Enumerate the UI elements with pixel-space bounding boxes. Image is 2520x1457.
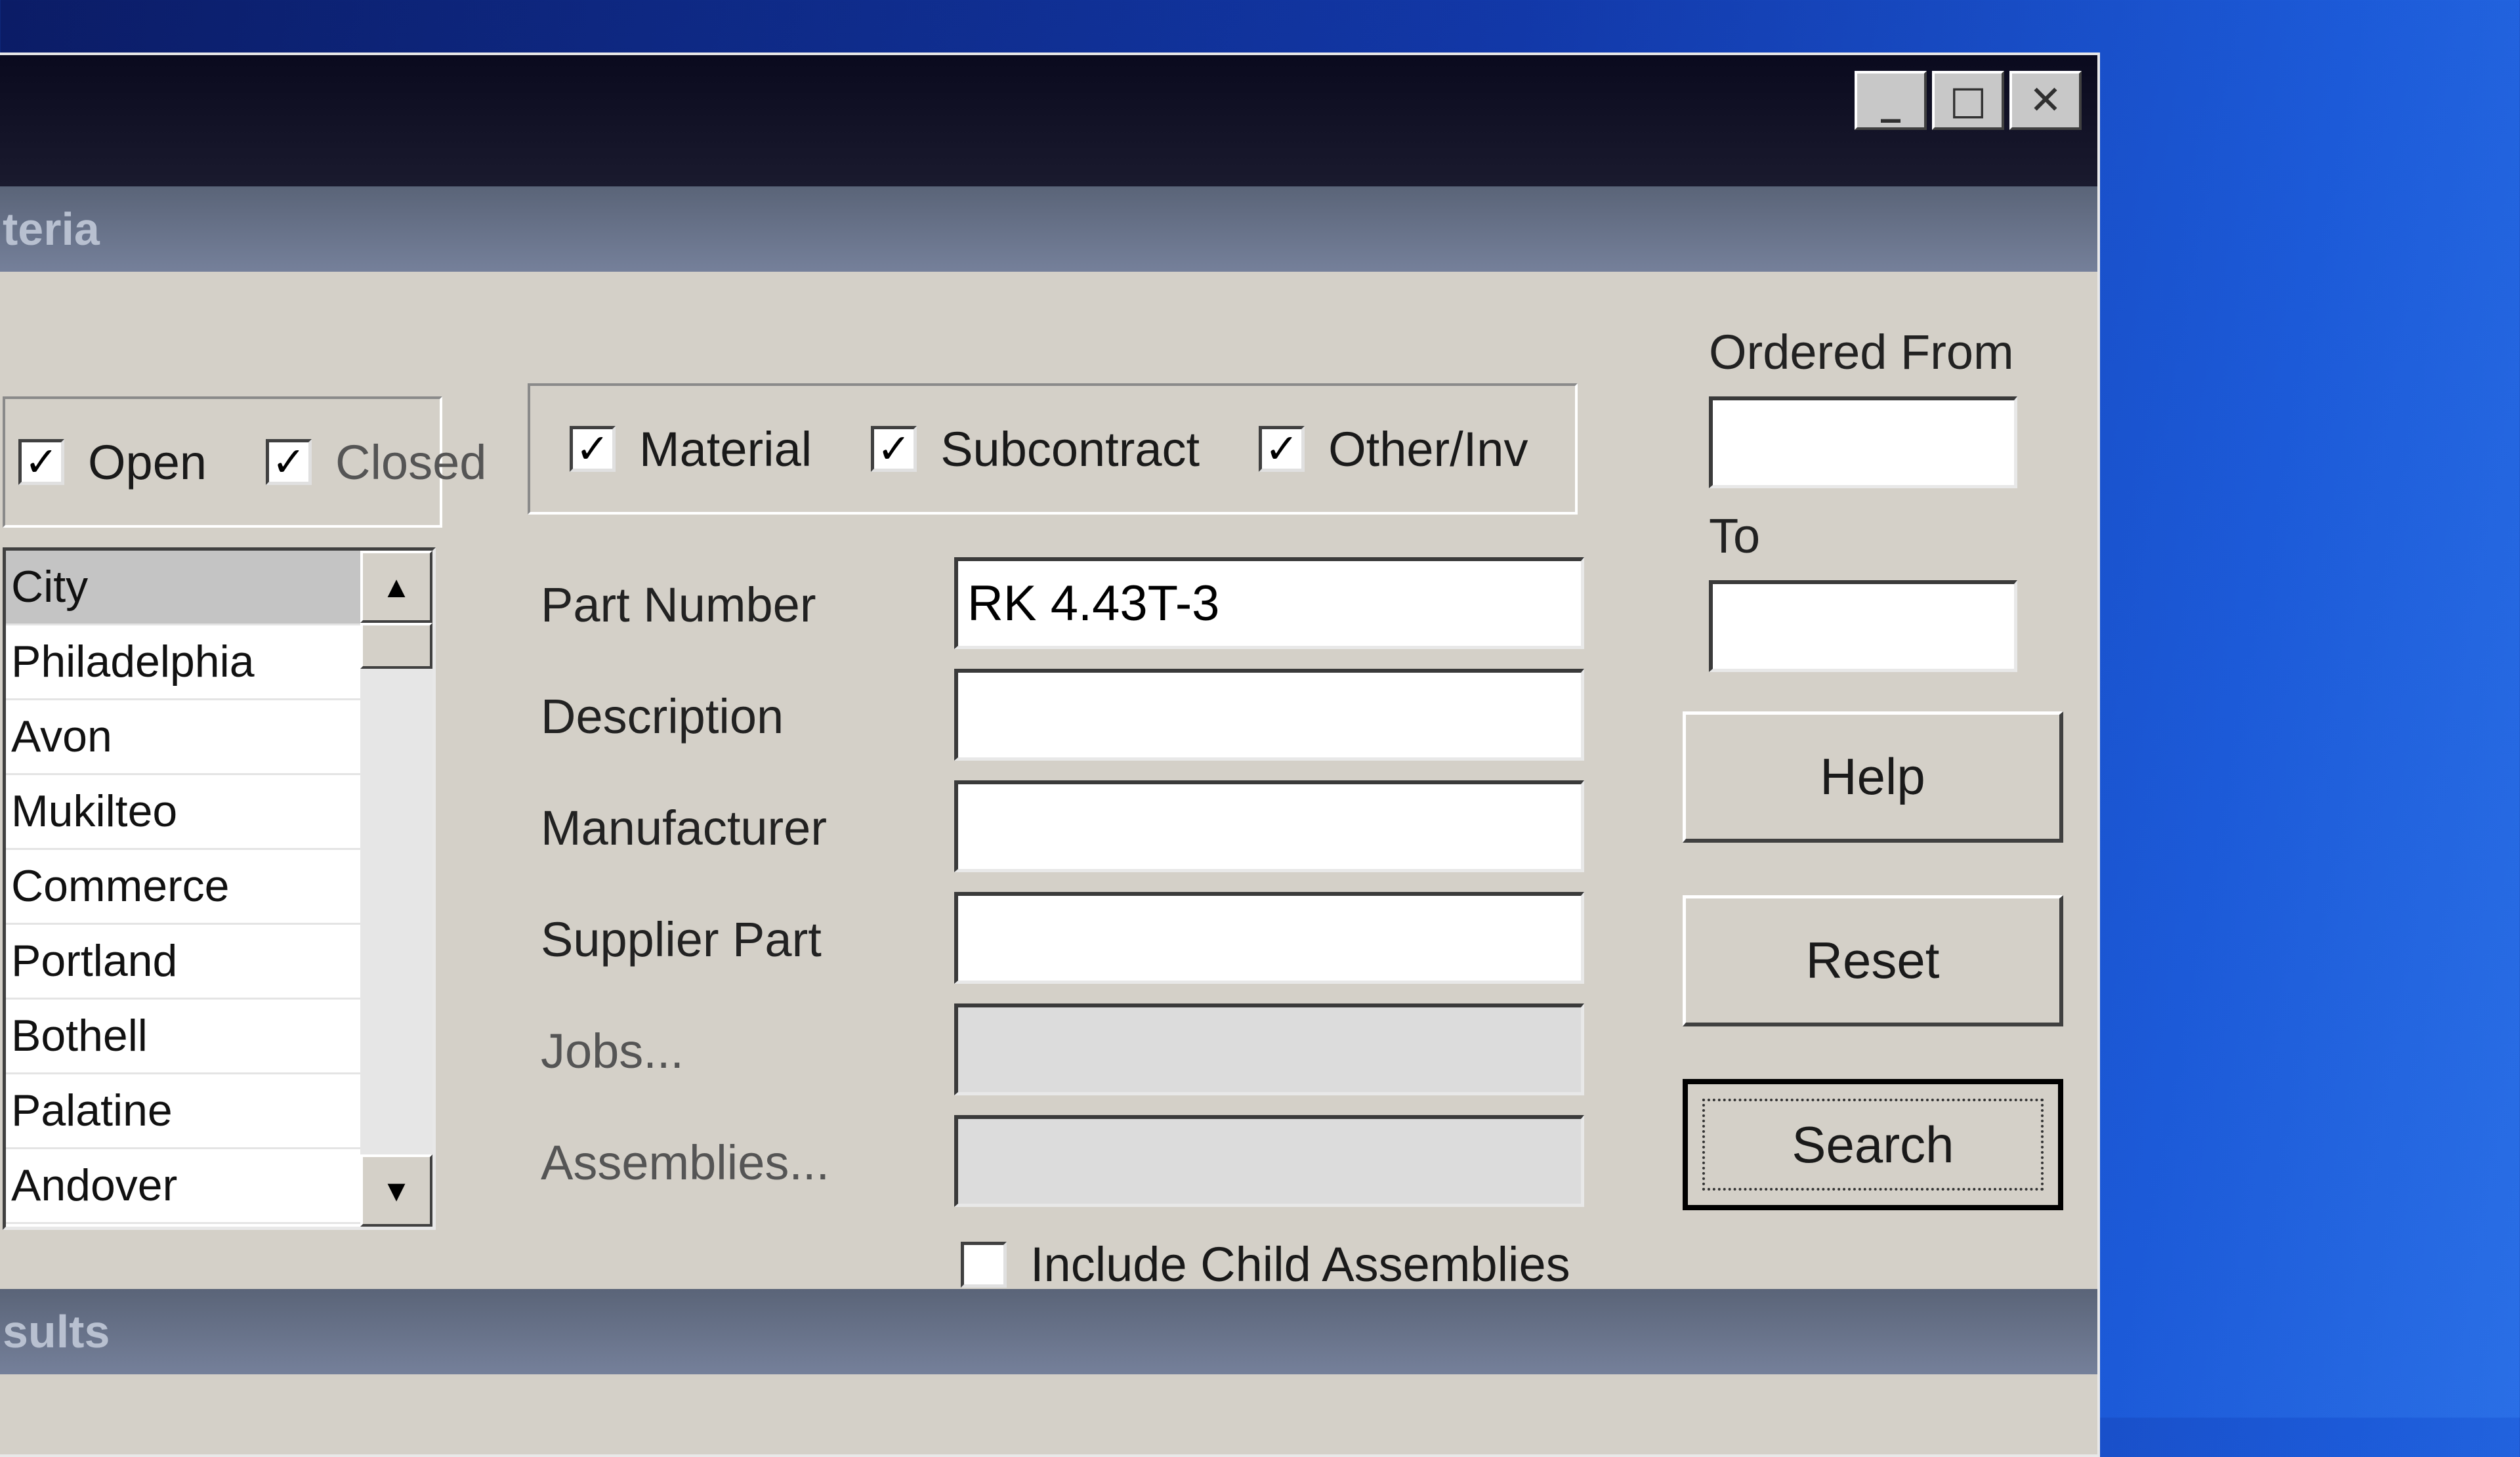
other-inv-check-icon: ✓	[1259, 426, 1305, 472]
list-item[interactable]: Palatine	[6, 1074, 360, 1149]
ordered-from-field[interactable]	[1709, 396, 2017, 488]
close-button[interactable]: ✕	[2009, 71, 2082, 130]
open-check-icon: ✓	[18, 439, 64, 485]
assemblies-label: Assemblies...	[541, 1135, 830, 1190]
help-button-label: Help	[1820, 748, 1925, 805]
ordered-to-field[interactable]	[1709, 580, 2017, 672]
other-inv-label: Other/Inv	[1328, 421, 1528, 476]
ordered-from-label: Ordered From	[1709, 325, 2014, 379]
maximize-icon: □	[1949, 77, 1987, 123]
results-header: sults	[0, 1289, 2097, 1374]
material-check-icon: ✓	[570, 426, 616, 472]
title-bar: _ □ ✕	[0, 55, 2097, 186]
status-group: ✓ Open ✓ Closed	[3, 396, 486, 528]
reset-button-label: Reset	[1805, 931, 1940, 989]
list-item[interactable]: Philadelphia	[6, 625, 360, 700]
manufacturer-field[interactable]	[954, 780, 1584, 872]
include-child-checkbox[interactable]: Include Child Assemblies	[961, 1236, 1570, 1292]
criteria-header: teria	[0, 186, 2097, 272]
include-child-label: Include Child Assemblies	[1030, 1237, 1570, 1292]
city-listbox[interactable]: City Philadelphia Avon Mukilteo Commerce…	[3, 547, 436, 1230]
scroll-up-button[interactable]: ▲	[360, 551, 432, 623]
list-item[interactable]: Mukilteo	[6, 775, 360, 850]
list-item[interactable]: City	[6, 551, 360, 625]
city-list-items: City Philadelphia Avon Mukilteo Commerce…	[6, 551, 360, 1227]
other-inv-checkbox[interactable]: ✓ Other/Inv	[1259, 421, 1528, 477]
closed-check-icon: ✓	[266, 439, 312, 485]
manufacturer-label: Manufacturer	[541, 801, 827, 855]
search-button[interactable]: Search	[1683, 1079, 2063, 1210]
list-item[interactable]: Portland	[6, 925, 360, 1000]
subcontract-checkbox[interactable]: ✓ Subcontract	[871, 421, 1200, 477]
description-label: Description	[541, 689, 784, 744]
focus-rect	[1702, 1099, 2044, 1191]
list-item[interactable]: Commerce	[6, 850, 360, 925]
ordered-to-label: To	[1709, 509, 1761, 563]
open-label: Open	[88, 434, 207, 490]
material-checkbox[interactable]: ✓ Material	[570, 421, 812, 477]
list-item[interactable]: Bothell	[6, 1000, 360, 1074]
window-controls: _ □ ✕	[1855, 71, 2082, 130]
close-icon: ✕	[2028, 77, 2063, 123]
supplier-part-field[interactable]	[954, 892, 1584, 984]
subcontract-check-icon: ✓	[871, 426, 917, 472]
include-child-check-icon	[961, 1241, 1007, 1288]
jobs-field[interactable]	[954, 1003, 1584, 1095]
description-field[interactable]	[954, 669, 1584, 761]
part-number-field[interactable]	[954, 557, 1584, 649]
open-checkbox[interactable]: ✓ Open	[18, 434, 207, 490]
subcontract-label: Subcontract	[940, 421, 1200, 476]
minimize-icon: _	[1881, 77, 1900, 123]
closed-label: Closed	[335, 434, 487, 490]
reset-button[interactable]: Reset	[1683, 895, 2063, 1026]
jobs-label: Jobs...	[541, 1024, 684, 1078]
part-number-label: Part Number	[541, 578, 816, 632]
scroll-up-icon: ▲	[381, 570, 411, 604]
search-window: _ □ ✕ teria ✓ Open ✓ Closed ✓ Material ✓…	[0, 53, 2100, 1457]
supplier-part-label: Supplier Part	[541, 912, 822, 967]
scroll-down-button[interactable]: ▼	[360, 1154, 432, 1227]
scroll-down-icon: ▼	[381, 1173, 411, 1208]
scroll-thumb[interactable]	[360, 623, 432, 669]
closed-checkbox[interactable]: ✓ Closed	[266, 434, 486, 490]
material-label: Material	[639, 421, 812, 476]
list-item[interactable]: Andover	[6, 1149, 360, 1224]
help-button[interactable]: Help	[1683, 711, 2063, 843]
list-scrollbar[interactable]: ▲ ▼	[360, 551, 432, 1227]
maximize-button[interactable]: □	[1932, 71, 2004, 130]
assemblies-field[interactable]	[954, 1115, 1584, 1207]
type-group: ✓ Material ✓ Subcontract ✓ Other/Inv	[528, 383, 1578, 515]
list-item[interactable]: Avon	[6, 700, 360, 775]
minimize-button[interactable]: _	[1855, 71, 1927, 130]
